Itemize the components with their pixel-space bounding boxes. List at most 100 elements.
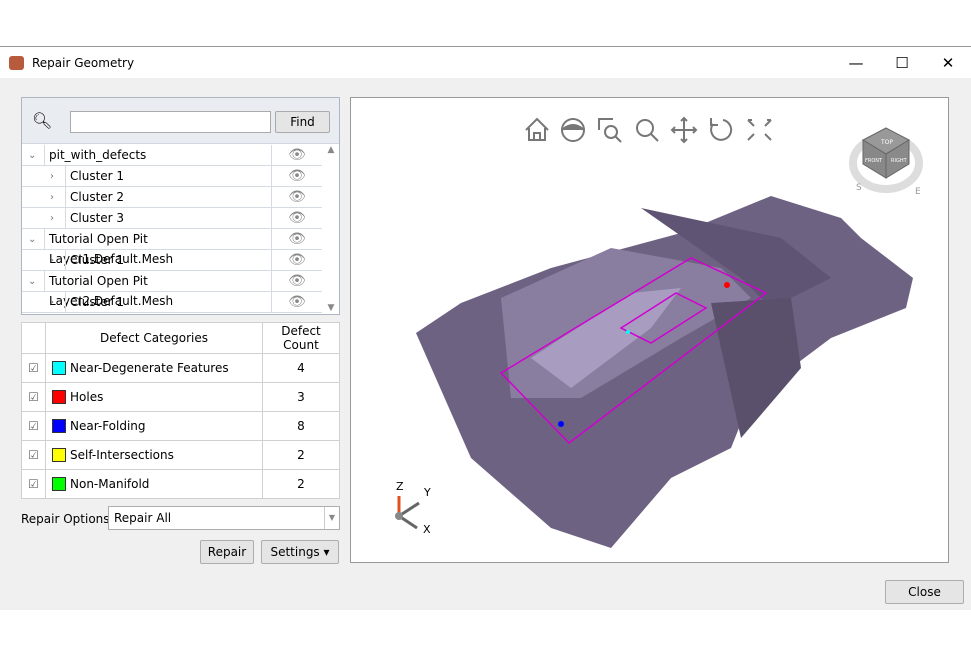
defect-name: Near-Degenerate Features: [70, 360, 229, 375]
geometry-tree-panel: 🔍︎ Find ⌄ pit_with_defects 👁︎ › Cluster 1…: [21, 97, 340, 315]
home-icon: [525, 117, 549, 141]
svg-text:E: E: [915, 187, 921, 197]
defect-checkbox[interactable]: ☑: [21, 382, 46, 412]
mesh-scene: TOP FRONT RIGHT S E Z Y X: [395, 116, 923, 548]
color-swatch: [52, 448, 66, 463]
tree-item-label: Cluster 1: [65, 292, 271, 313]
defect-count: 4: [262, 353, 340, 383]
visibility-eye-icon[interactable]: 👁︎: [271, 250, 322, 271]
chevron-right-icon[interactable]: ›: [50, 192, 54, 203]
view-cube[interactable]: TOP FRONT RIGHT S E: [849, 127, 923, 197]
color-swatch: [52, 477, 66, 492]
tree-item-label: Cluster 1: [65, 250, 271, 271]
maximize-button[interactable]: ☐: [879, 47, 925, 78]
tree-item[interactable]: › Cluster 2 👁︎: [22, 187, 322, 208]
title-bar: Repair Geometry — ☐ ✕: [0, 47, 971, 78]
header-count: Defect Count: [262, 322, 340, 354]
svg-text:RIGHT: RIGHT: [891, 158, 908, 164]
defect-name: Holes: [70, 389, 104, 404]
close-button[interactable]: Close: [885, 580, 964, 604]
svg-text:TOP: TOP: [880, 139, 893, 146]
svg-text:FRONT: FRONT: [865, 158, 883, 164]
close-window-button[interactable]: ✕: [925, 47, 971, 78]
search-icon: 🔍︎: [32, 111, 53, 130]
tree-item-label: pit_with_defects: [44, 145, 271, 166]
table-header: Defect Categories Defect Count: [21, 322, 340, 354]
svg-text:S: S: [856, 183, 862, 193]
find-button[interactable]: Find: [275, 111, 330, 133]
tree-scrollbar[interactable]: ▲ ▼: [323, 145, 339, 313]
color-swatch: [52, 419, 66, 434]
visibility-eye-icon[interactable]: 👁︎: [271, 208, 322, 229]
defect-row: ☑ Non-Manifold 2: [21, 469, 340, 499]
chevron-down-icon[interactable]: ⌄: [28, 276, 36, 287]
minimize-button[interactable]: —: [833, 47, 879, 78]
repair-options-label: Repair Options:: [21, 512, 114, 526]
window-title: Repair Geometry: [32, 55, 135, 70]
degenerate-marker: [626, 330, 630, 334]
eye-icon: [561, 118, 585, 142]
chevron-down-icon[interactable]: ⌄: [28, 234, 36, 245]
defect-count: 2: [262, 440, 340, 470]
zoom-icon: [636, 119, 659, 142]
rotate-icon: [710, 118, 733, 141]
fit-icon: [747, 119, 772, 141]
zoom-window-icon: [598, 118, 622, 143]
tree-item[interactable]: › Cluster 1 👁︎: [22, 250, 322, 271]
repair-options-select[interactable]: Repair All ▼: [108, 506, 340, 530]
app-icon: [9, 55, 24, 70]
svg-text:Z: Z: [396, 480, 404, 493]
defect-table: Defect Categories Defect Count ☑ Near-Deg…: [21, 322, 340, 499]
search-input[interactable]: [70, 111, 271, 133]
tree-item[interactable]: › Cluster 1 👁︎: [22, 292, 322, 313]
defect-checkbox[interactable]: ☑: [21, 411, 46, 441]
defect-checkbox[interactable]: ☑: [21, 440, 46, 470]
search-bar: 🔍︎ Find: [22, 98, 339, 144]
color-swatch: [52, 361, 66, 376]
defect-name: Self-Intersections: [70, 447, 174, 462]
svg-text:X: X: [423, 523, 431, 536]
visibility-eye-icon[interactable]: 👁︎: [271, 271, 322, 292]
defect-checkbox[interactable]: ☑: [21, 353, 46, 383]
3d-viewport[interactable]: TOP FRONT RIGHT S E Z Y X: [350, 97, 949, 563]
repair-options-value: Repair All: [114, 511, 172, 525]
tree-item[interactable]: › Cluster 1 👁︎: [22, 166, 322, 187]
defect-count: 3: [262, 382, 340, 412]
tree-item[interactable]: › Cluster 3 👁︎: [22, 208, 322, 229]
hole-marker: [724, 282, 730, 288]
visibility-eye-icon[interactable]: 👁︎: [271, 229, 322, 250]
viewport-toolbar: [525, 116, 772, 144]
defect-count: 8: [262, 411, 340, 441]
defect-row: ☑ Holes 3: [21, 382, 340, 412]
chevron-down-icon[interactable]: ⌄: [28, 150, 36, 161]
tree-item-label: Cluster 2: [65, 187, 271, 208]
header-categories: Defect Categories: [45, 322, 263, 354]
visibility-eye-icon[interactable]: 👁︎: [271, 166, 322, 187]
visibility-eye-icon[interactable]: 👁︎: [271, 292, 322, 313]
settings-button[interactable]: Settings ▾: [261, 540, 339, 564]
pan-icon: [670, 116, 698, 144]
tree-item-label: Cluster 3: [65, 208, 271, 229]
chevron-right-icon[interactable]: ›: [50, 297, 54, 308]
repair-button[interactable]: Repair: [200, 540, 254, 564]
chevron-right-icon[interactable]: ›: [50, 255, 54, 266]
defect-count: 2: [262, 469, 340, 499]
chevron-right-icon[interactable]: ›: [50, 213, 54, 224]
defect-name: Non-Manifold: [70, 476, 150, 491]
svg-text:Y: Y: [423, 486, 431, 499]
near-folding-marker: [558, 421, 564, 427]
tree-item-label: Cluster 1: [65, 166, 271, 187]
color-swatch: [52, 390, 66, 405]
defect-row: ☑ Near-Degenerate Features 4: [21, 353, 340, 383]
defect-name: Near-Folding: [70, 418, 146, 433]
visibility-eye-icon[interactable]: 👁︎: [271, 145, 322, 166]
axis-triad: Z Y X: [395, 480, 431, 536]
repair-geometry-dialog: Repair Geometry — ☐ ✕ 🔍︎ Find ⌄ pit_with…: [0, 46, 971, 610]
defect-checkbox[interactable]: ☑: [21, 469, 46, 499]
chevron-right-icon[interactable]: ›: [50, 171, 54, 182]
tree-item[interactable]: ⌄ pit_with_defects 👁︎: [22, 145, 322, 166]
defect-row: ☑ Near-Folding 8: [21, 411, 340, 441]
visibility-eye-icon[interactable]: 👁︎: [271, 187, 322, 208]
tree-item[interactable]: ⌄ Tutorial Open Pit Layer2.Default.Mesh …: [22, 271, 322, 308]
tree-item[interactable]: ⌄ Tutorial Open Pit Layer1.Default.Mesh …: [22, 229, 322, 266]
